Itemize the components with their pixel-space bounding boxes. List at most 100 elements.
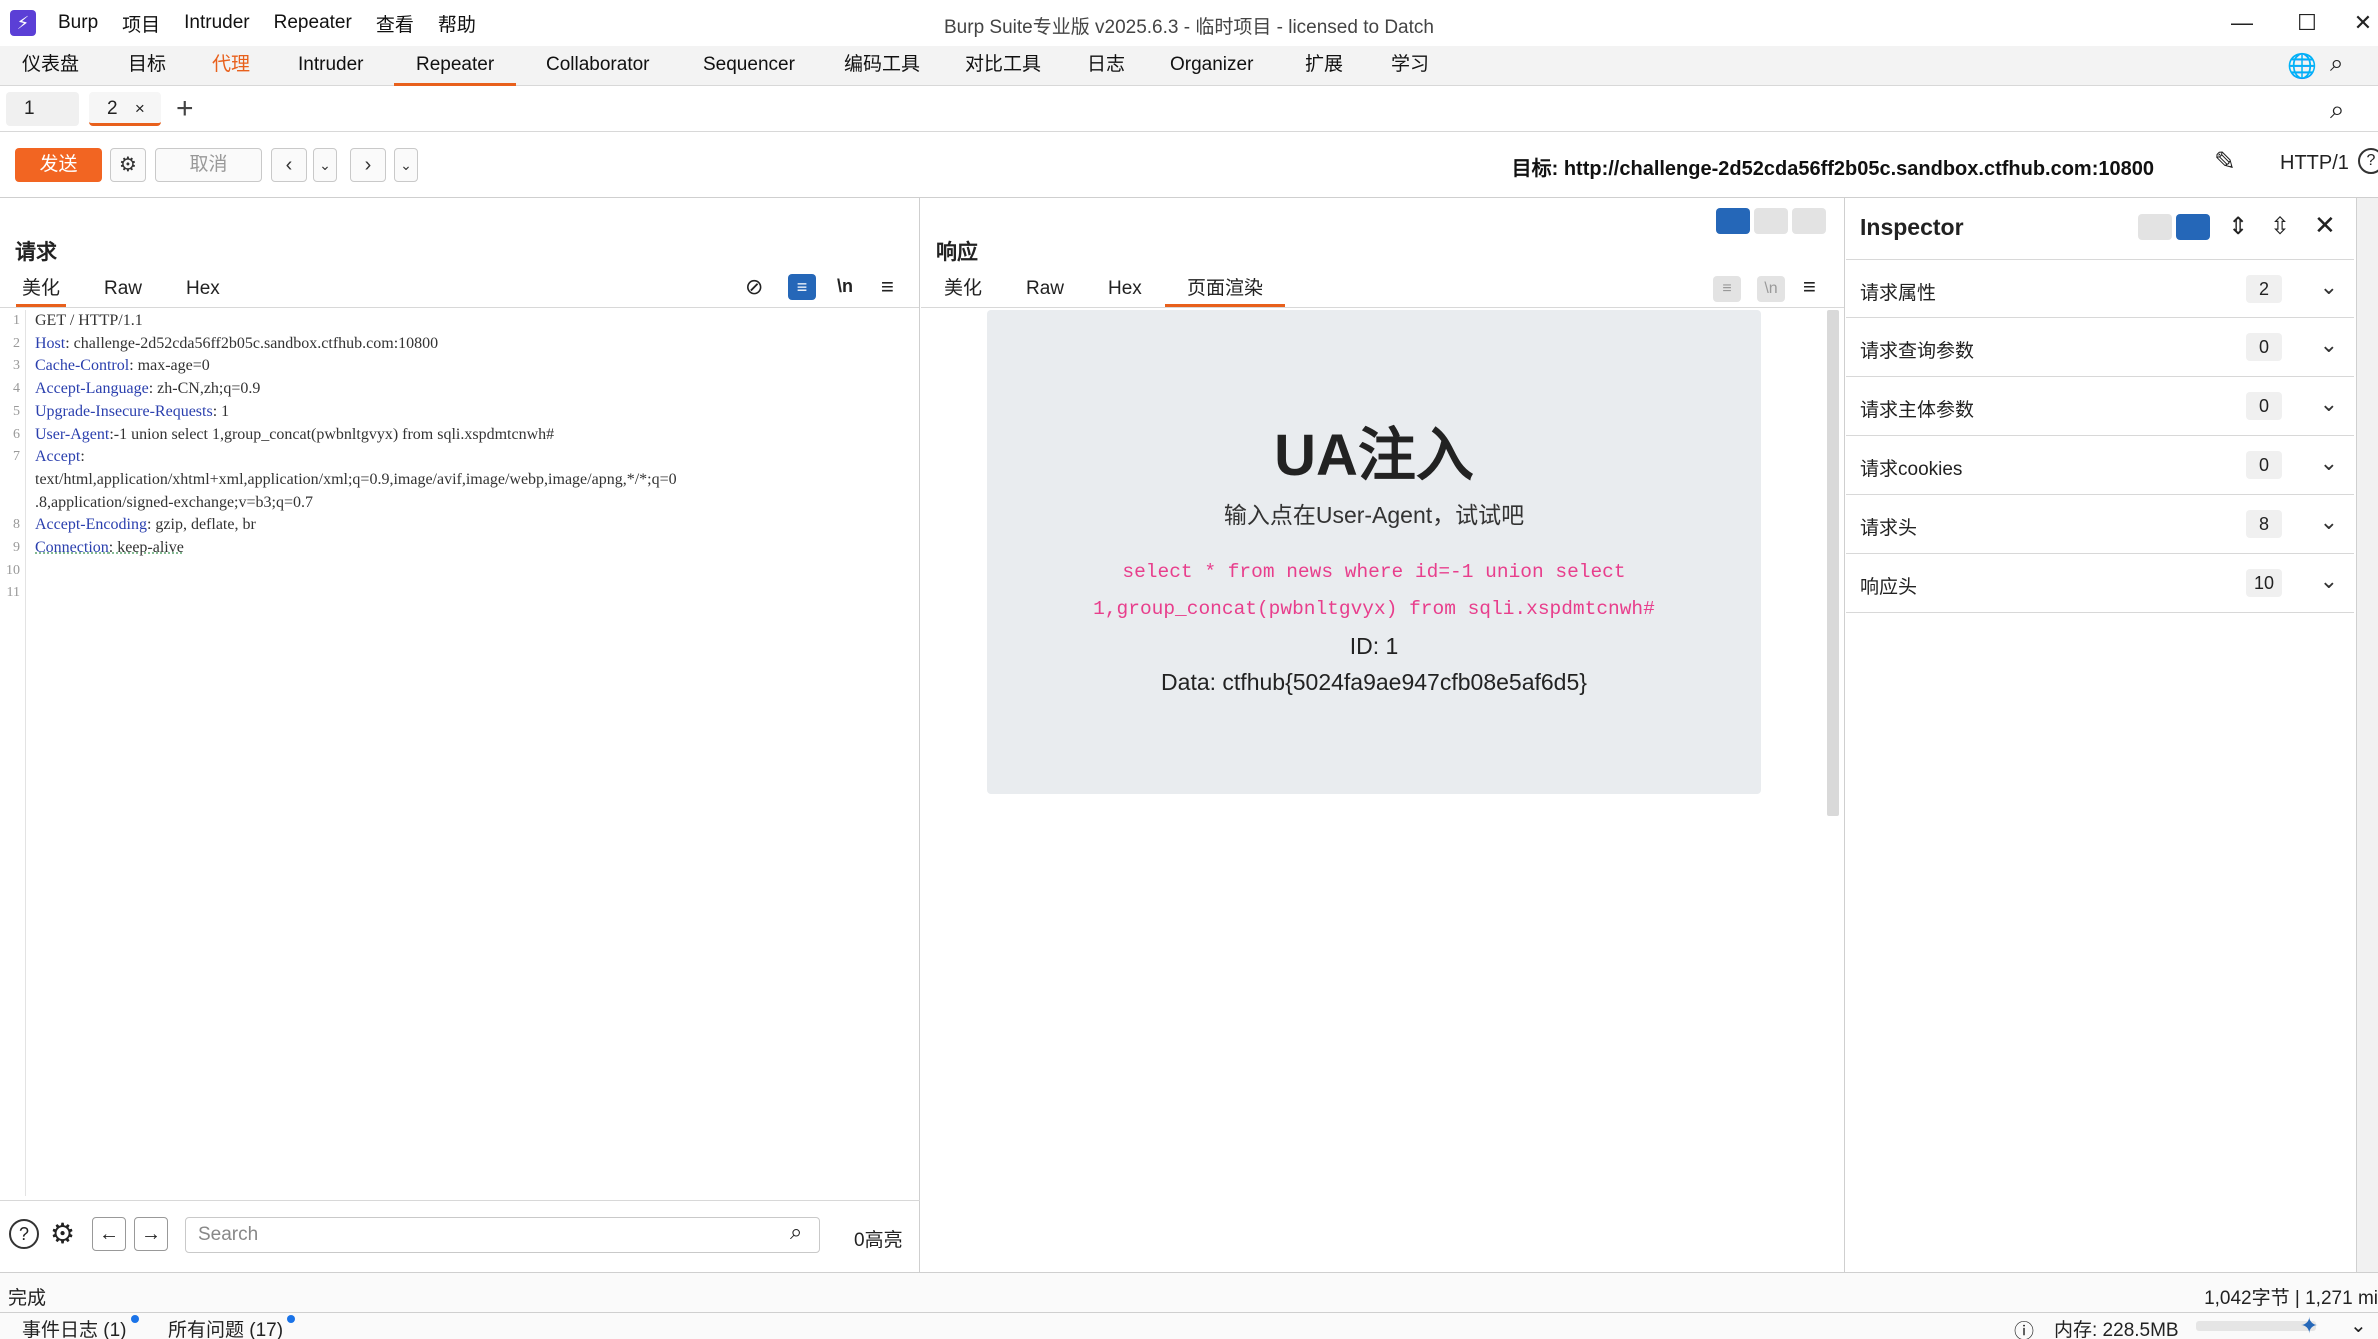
menu-view[interactable]: 查看 <box>376 10 414 37</box>
collapse-all-icon[interactable]: ⇳ <box>2270 212 2290 241</box>
hide-eye-icon[interactable]: ⊘ <box>745 274 763 300</box>
tab-search-icon[interactable]: ⌕ <box>2330 94 2345 126</box>
tab-dashboard[interactable]: 仪表盘 <box>20 46 81 86</box>
search-settings-gear-icon[interactable]: ⚙ <box>50 1217 75 1250</box>
tab-hex[interactable]: Hex <box>1102 274 1148 307</box>
close-tab-icon[interactable]: × <box>135 99 145 118</box>
chevron-down-icon[interactable]: ⌄ <box>2350 1313 2367 1338</box>
count-badge: 2 <box>2246 275 2282 303</box>
edit-target-pencil-icon[interactable]: ✎ <box>2214 146 2236 177</box>
minimize-icon[interactable]: — <box>2222 8 2262 38</box>
previous-match-arrow-icon[interactable]: ← <box>92 1217 126 1251</box>
ai-sparkle-icon[interactable]: ✦ <box>2300 1313 2318 1339</box>
inspector-row-response-headers[interactable]: 响应头 10 ⌄ <box>1846 554 2354 613</box>
count-badge: 0 <box>2246 392 2282 420</box>
tab-logger[interactable]: 日志 <box>1085 46 1127 86</box>
tab-pretty[interactable]: 美化 <box>938 274 988 307</box>
menu-project[interactable]: 项目 <box>122 10 160 37</box>
maximize-icon[interactable]: ☐ <box>2287 8 2327 38</box>
memory-bar <box>2196 1321 2316 1331</box>
forward-history-dropdown-icon[interactable]: ⌄ <box>394 148 418 182</box>
tab-organizer[interactable]: Organizer <box>1168 46 1255 86</box>
chevron-down-icon[interactable]: ⌄ <box>2320 509 2338 535</box>
menu-intruder[interactable]: Intruder <box>184 12 249 34</box>
inspector-row-body-params[interactable]: 请求主体参数 0 ⌄ <box>1846 377 2354 436</box>
chevron-down-icon[interactable]: ⌄ <box>2320 274 2338 300</box>
tab-target[interactable]: 目标 <box>126 46 168 86</box>
inspector-layout-left-icon[interactable] <box>2138 214 2172 240</box>
layout-side-by-side-icon[interactable] <box>1716 208 1750 234</box>
tab-sequencer[interactable]: Sequencer <box>701 46 797 86</box>
response-view-tabs: 美化 Raw Hex 页面渲染 ≡ \n ≡ <box>921 274 1844 308</box>
burp-logo-icon: ⚡ <box>10 10 36 36</box>
tab-repeater[interactable]: Repeater <box>394 46 517 86</box>
request-editor[interactable]: 1 GET / HTTP/1.1 2 Host: challenge-2d52cda… <box>0 310 920 1196</box>
help-icon[interactable]: ? <box>2358 148 2378 174</box>
tab-pretty[interactable]: 美化 <box>16 274 67 307</box>
tab-render[interactable]: 页面渲染 <box>1165 274 1286 307</box>
side-panel-strip[interactable] <box>2356 198 2378 1272</box>
chevron-down-icon[interactable]: ⌄ <box>2320 450 2338 476</box>
search-input[interactable]: Search <box>185 1217 820 1253</box>
menu-icon[interactable]: ≡ <box>1803 274 1816 300</box>
tab-proxy[interactable]: 代理 <box>210 46 252 86</box>
event-log-button[interactable]: 事件日志 (1) <box>22 1315 139 1339</box>
chevron-down-icon[interactable]: ⌄ <box>2320 332 2338 358</box>
menu-burp[interactable]: Burp <box>58 12 98 34</box>
chevron-down-icon[interactable]: ⌄ <box>2320 568 2338 594</box>
http-version[interactable]: HTTP/1 <box>2280 152 2349 175</box>
highlight-count: 0高亮 <box>854 1230 903 1251</box>
close-window-icon[interactable]: ✕ <box>2348 8 2378 38</box>
tab-collaborator[interactable]: Collaborator <box>544 46 652 86</box>
request-view-tabs: 美化 Raw Hex ⊘ ≡ \n ≡ <box>0 274 919 308</box>
cancel-button[interactable]: 取消 <box>155 148 262 182</box>
wrap-lines-icon[interactable]: ≡ <box>788 274 816 300</box>
sql-line: select * from news where id=-1 union sel… <box>1122 561 1626 583</box>
tab-extensions[interactable]: 扩展 <box>1303 46 1345 86</box>
send-button[interactable]: 发送 <box>15 148 102 182</box>
inspector-row-cookies[interactable]: 请求cookies 0 ⌄ <box>1846 436 2354 495</box>
inspector-row-query-params[interactable]: 请求查询参数 0 ⌄ <box>1846 318 2354 377</box>
layout-tabbed-icon[interactable] <box>1792 208 1826 234</box>
repeater-tab-2[interactable]: 2 × <box>89 92 161 126</box>
inspector-layout-right-icon[interactable] <box>2176 214 2210 240</box>
layout-stacked-icon[interactable] <box>1754 208 1788 234</box>
chevron-down-icon[interactable]: ⌄ <box>2320 391 2338 417</box>
tab-learn[interactable]: 学习 <box>1389 46 1431 86</box>
globe-icon[interactable]: 🌐 <box>2287 52 2317 81</box>
next-match-arrow-icon[interactable]: → <box>134 1217 168 1251</box>
inspector-row-request-attributes[interactable]: 请求属性 2 ⌄ <box>1846 259 2354 318</box>
menu-icon[interactable]: ≡ <box>881 274 894 300</box>
back-history-dropdown-icon[interactable]: ⌄ <box>313 148 337 182</box>
help-circle-icon[interactable]: ? <box>9 1219 39 1249</box>
render-subtitle: 输入点在User-Agent，试试吧 <box>1223 502 1525 528</box>
newline-toggle[interactable]: \n <box>837 276 853 297</box>
inspector-panel: Inspector ⇕ ⇳ ✕ 请求属性 2 ⌄ 请求查询参数 0 ⌄ 请求主体参数 0 ⌄… <box>1846 198 2354 1272</box>
status-bar: 完成 1,042字节 | 1,271 mi <box>0 1272 2378 1312</box>
menu-help[interactable]: 帮助 <box>438 10 476 37</box>
newline-toggle[interactable]: \n <box>1757 276 1785 302</box>
expand-all-icon[interactable]: ⇕ <box>2228 212 2248 241</box>
repeater-tab-1[interactable]: 1 <box>6 92 79 126</box>
search-icon[interactable]: ⌕ <box>2330 50 2343 78</box>
close-inspector-icon[interactable]: ✕ <box>2314 210 2336 241</box>
add-tab-icon[interactable]: + <box>176 92 194 126</box>
wrap-lines-icon[interactable]: ≡ <box>1713 276 1741 302</box>
all-issues-button[interactable]: 所有问题 (17) <box>168 1315 296 1339</box>
tab-decoder[interactable]: 编码工具 <box>842 46 922 86</box>
tab-raw[interactable]: Raw <box>98 274 148 307</box>
back-arrow-icon[interactable]: ‹ <box>271 148 307 182</box>
inspector-row-request-headers[interactable]: 请求头 8 ⌄ <box>1846 495 2354 554</box>
forward-arrow-icon[interactable]: › <box>350 148 386 182</box>
tab-raw[interactable]: Raw <box>1020 274 1070 307</box>
count-badge: 0 <box>2246 451 2282 479</box>
menu-repeater[interactable]: Repeater <box>274 12 352 34</box>
tab-intruder[interactable]: Intruder <box>296 46 365 86</box>
settings-gear-icon[interactable]: ⚙ <box>110 148 146 182</box>
info-icon: ⓘ <box>2014 1321 2034 1339</box>
render-sql: select * from news where id=-1 union sel… <box>987 554 1761 628</box>
tab-hex[interactable]: Hex <box>180 274 226 307</box>
response-scrollbar[interactable] <box>1827 310 1839 816</box>
tab-comparer[interactable]: 对比工具 <box>963 46 1043 86</box>
response-size: 1,042字节 | 1,271 mi <box>2204 1288 2378 1309</box>
